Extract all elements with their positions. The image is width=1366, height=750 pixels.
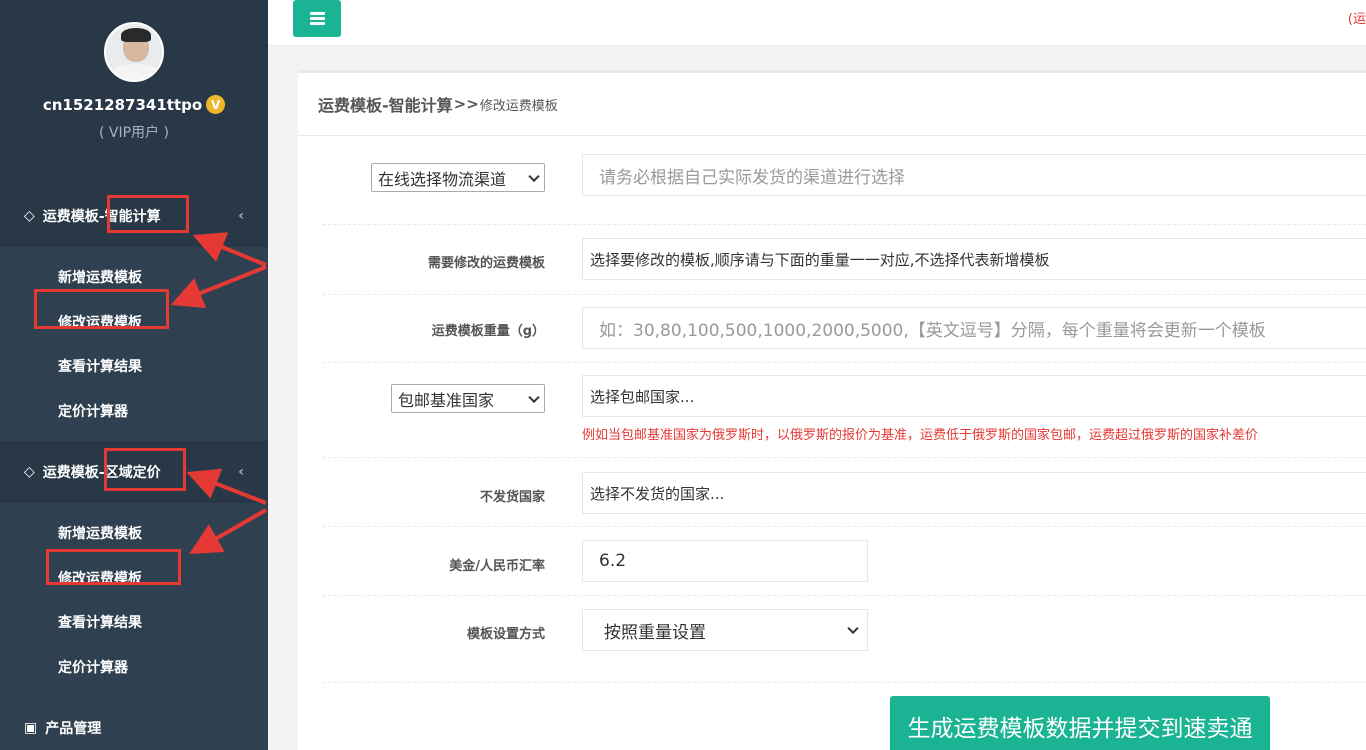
chevron-down-icon bbox=[528, 391, 540, 403]
sidebar-item-edit-template[interactable]: 修改运费模板 bbox=[0, 556, 268, 601]
mode-select[interactable]: 按照重量设置 bbox=[582, 609, 868, 651]
form-row-channel: 在线选择物流渠道 请务必根据自己实际发货的渠道进行选择 bbox=[323, 135, 1366, 225]
base-country-hint: 例如当包邮基准国家为俄罗斯时，以俄罗斯的报价为基准，运费低于俄罗斯的国家包邮，运… bbox=[582, 428, 1259, 443]
sidebar-item-view-results[interactable]: 查看计算结果 bbox=[0, 600, 268, 645]
rate-label: 美金/人民币汇率 bbox=[449, 559, 545, 574]
rate-input[interactable]: 6.2 bbox=[582, 540, 868, 582]
menu-head-highlight: 区域定价 bbox=[104, 465, 161, 481]
sidebar-item-price-calculator[interactable]: 定价计算器 bbox=[0, 645, 268, 690]
username[interactable]: cn1521287341ttpo V bbox=[0, 95, 268, 114]
channel-select[interactable]: 在线选择物流渠道 bbox=[371, 163, 545, 192]
cube-icon: ▣ bbox=[24, 720, 38, 736]
chevron-down-icon bbox=[847, 622, 859, 635]
sidebar-item-price-calculator[interactable]: 定价计算器 bbox=[0, 389, 268, 434]
sidebar-item-add-template[interactable]: 新增运费模板 bbox=[0, 255, 268, 300]
menu-head-region-pricing[interactable]: ◇ 运费模板- 区域定价 ‹ bbox=[0, 441, 268, 503]
menu-head-prefix: 运费模板- bbox=[42, 465, 105, 481]
sidebar-item-view-results[interactable]: 查看计算结果 bbox=[0, 344, 268, 389]
hamburger-icon bbox=[309, 12, 325, 25]
menu-head-highlight: 智能计算 bbox=[104, 209, 161, 225]
breadcrumb-separator: >> bbox=[453, 95, 479, 113]
form-row-base-country: 包邮基准国家 选择包邮国家... 例如当包邮基准国家为俄罗斯时，以俄罗斯的报价为… bbox=[323, 363, 1366, 458]
sidebar: cn1521287341ttpo V ( VIP用户 ) ◇ 运费模板- 智能计算… bbox=[0, 0, 268, 750]
weight-label: 运费模板重量（g） bbox=[431, 324, 545, 339]
menu-head-product[interactable]: ▣ 产品管理 bbox=[0, 697, 268, 750]
mode-select-value: 按照重量设置 bbox=[604, 622, 706, 643]
menu-group-region: ◇ 运费模板- 区域定价 ‹ 新增运费模板 修改运费模板 查看计算结果 定价计算器 bbox=[0, 441, 268, 697]
sidebar-item-add-template[interactable]: 新增运费模板 bbox=[0, 511, 268, 556]
form-row-mode: 模板设置方式 按照重量设置 bbox=[323, 596, 1366, 683]
weight-input[interactable]: 如：30,80,100,500,1000,2000,5000,【英文逗号】分隔，… bbox=[582, 307, 1366, 349]
no-ship-label: 不发货国家 bbox=[479, 490, 545, 505]
menu-group-smart: ◇ 运费模板- 智能计算 ‹ 新增运费模板 修改运费模板 查看计算结果 定价计算器 bbox=[0, 185, 268, 441]
form-row-rate: 美金/人民币汇率 6.2 bbox=[323, 527, 1366, 596]
menu-head-prefix: 运费模板- bbox=[42, 209, 105, 225]
chevron-left-icon: ‹ bbox=[238, 208, 244, 224]
username-text: cn1521287341ttpo bbox=[42, 95, 203, 114]
avatar[interactable] bbox=[104, 22, 164, 82]
base-country-input[interactable]: 选择包邮国家... bbox=[582, 375, 1366, 417]
form-row-template: 需要修改的运费模板 选择要修改的模板,顺序请与下面的重量一一对应,不选择代表新增… bbox=[323, 225, 1366, 295]
user-role: ( VIP用户 ) bbox=[99, 125, 169, 141]
form-row-no-ship: 不发货国家 选择不发货的国家... bbox=[323, 458, 1366, 527]
channel-input[interactable]: 请务必根据自己实际发货的渠道进行选择 bbox=[582, 154, 1366, 196]
template-select[interactable]: 选择要修改的模板,顺序请与下面的重量一一对应,不选择代表新增模板 bbox=[582, 238, 1366, 280]
menu-toggle-button[interactable] bbox=[293, 0, 341, 37]
top-note: (运 bbox=[1347, 12, 1366, 27]
vip-badge-icon: V bbox=[206, 95, 226, 114]
mode-label: 模板设置方式 bbox=[466, 627, 545, 642]
sidebar-item-edit-template[interactable]: 修改运费模板 bbox=[0, 300, 268, 345]
menu-head-smart-calc[interactable]: ◇ 运费模板- 智能计算 ‹ bbox=[0, 185, 268, 247]
template-label: 需要修改的运费模板 bbox=[427, 256, 545, 271]
breadcrumb-main: 运费模板-智能计算 bbox=[318, 96, 453, 115]
submit-button[interactable]: 生成运费模板数据并提交到速卖通 bbox=[890, 696, 1270, 750]
base-country-select-value: 包邮基准国家 bbox=[398, 390, 495, 410]
breadcrumb: 运费模板-智能计算 >> 修改运费模板 bbox=[298, 73, 1366, 136]
profile-panel: cn1521287341ttpo V ( VIP用户 ) bbox=[0, 0, 268, 185]
diamond-icon: ◇ bbox=[24, 208, 35, 224]
chevron-left-icon: ‹ bbox=[238, 464, 244, 480]
no-ship-input[interactable]: 选择不发货的国家... bbox=[582, 472, 1366, 514]
base-country-select[interactable]: 包邮基准国家 bbox=[391, 384, 545, 413]
breadcrumb-current: 修改运费模板 bbox=[479, 98, 558, 114]
top-bar: (运 bbox=[268, 0, 1366, 46]
chevron-down-icon bbox=[528, 170, 540, 182]
form-row-weight: 运费模板重量（g） 如：30,80,100,500,1000,2000,5000… bbox=[323, 295, 1366, 363]
channel-select-value: 在线选择物流渠道 bbox=[378, 169, 507, 189]
menu-head-product-label: 产品管理 bbox=[45, 721, 102, 737]
diamond-icon: ◇ bbox=[24, 464, 35, 480]
